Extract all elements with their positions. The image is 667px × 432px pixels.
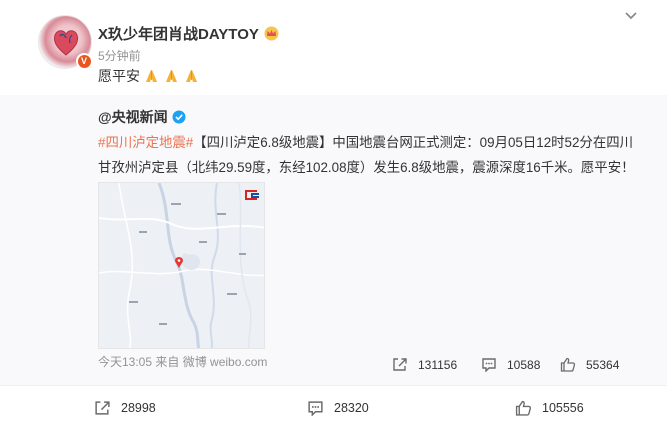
repost-text: #四川泸定地震#【四川泸定6.8级地震】中国地震台网正式测定：09月05日12时…	[98, 130, 638, 180]
repost-share-count: 131156	[418, 357, 458, 372]
username[interactable]: X玖少年团肖战DAYTOY	[98, 23, 280, 44]
post-text: 愿平安	[98, 68, 140, 84]
crown-badge-icon	[264, 26, 279, 41]
share-icon	[393, 358, 407, 371]
reposted-weibo[interactable]: @央视新闻 #四川泸定地震#【四川泸定6.8级地震】中国地震台网正式测定：09月…	[0, 95, 667, 385]
comment-icon	[482, 358, 496, 372]
comment-count: 28320	[334, 401, 369, 415]
username-text[interactable]: X玖少年团肖战DAYTOY	[98, 23, 259, 44]
heart-logo-icon	[53, 30, 79, 56]
thumbs-up-icon	[515, 400, 532, 416]
pray-emoji-icon	[146, 70, 157, 82]
repost-comment-button[interactable]: 10588	[481, 357, 540, 372]
repost-author[interactable]: @央视新闻	[98, 107, 186, 127]
repost-like-button[interactable]: 55364	[560, 357, 619, 372]
verified-badge: V	[76, 53, 92, 69]
repost-actions: 131156 10588 55364	[0, 357, 667, 377]
blue-verified-icon	[172, 110, 186, 124]
comment-icon	[308, 401, 323, 416]
thumbs-up-icon	[560, 357, 576, 372]
avatar[interactable]: V	[38, 15, 92, 69]
pray-emoji-icon	[166, 70, 177, 82]
post-time[interactable]: 5分钟前	[98, 47, 141, 64]
repost-like-count: 55364	[586, 357, 620, 372]
like-button[interactable]: 105556	[515, 400, 584, 416]
pray-emoji-icon	[186, 70, 197, 82]
topic-link[interactable]: #四川泸定地震#	[98, 135, 193, 150]
repost-author-name[interactable]: @央视新闻	[98, 107, 168, 127]
post-body: 愿平安	[98, 66, 200, 86]
post-footer-actions: 28998 28320 105556	[0, 385, 667, 432]
share-icon	[95, 401, 110, 415]
epicenter-marker-icon	[175, 257, 183, 268]
share-button[interactable]: 28998	[94, 400, 156, 416]
cctv-logo-icon	[245, 190, 259, 200]
like-count: 105556	[542, 401, 584, 415]
repost-share-button[interactable]: 131156	[392, 357, 457, 372]
comment-button[interactable]: 28320	[307, 400, 369, 416]
weibo-post-card: V X玖少年团肖战DAYTOY 5分钟前 愿平安 @央视新闻 #四川泸定地震#【…	[0, 0, 667, 432]
repost-comment-count: 10588	[507, 357, 541, 372]
share-count: 28998	[121, 401, 156, 415]
chevron-down-icon[interactable]	[624, 11, 638, 21]
map-image[interactable]	[98, 182, 265, 349]
verified-v-icon: V	[77, 54, 91, 68]
